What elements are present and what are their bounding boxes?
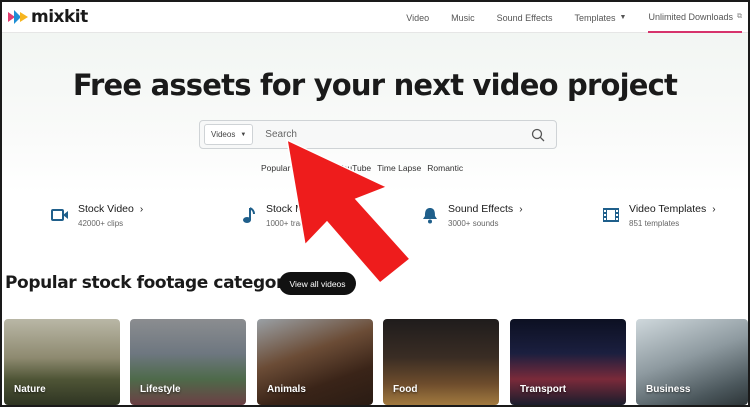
popular-tags: Popular Technical YouTube Time Lapse Rom… [261,163,469,173]
category-title: Stock Video › [78,203,144,215]
category-title: Sound Effects › [448,203,523,215]
hero-title: Free assets for your next video project [72,68,678,102]
tile-label: Animals [267,384,306,395]
logo-text: mixkit [31,7,88,27]
category-title: Stock Music › [266,203,332,215]
popular-section-title: Popular stock footage categories [5,273,311,293]
chevron-right-icon: › [139,204,144,215]
browser-frame: mixkit Video Music Sound Effects Templat… [0,0,750,407]
tile-label: Nature [14,384,46,395]
select-caret-icon: ▼ [240,131,247,138]
tile-label: Transport [520,384,567,395]
logo-mark-icon [8,10,28,24]
tile-label: Lifestyle [140,384,181,395]
nav-unlimited-downloads[interactable]: Unlimited Downloads ⧉ [648,2,742,33]
caret-down-icon: ▼ [619,14,627,21]
tag-time-lapse[interactable]: Time Lapse [377,163,421,173]
tag-romantic[interactable]: Romantic [427,163,463,173]
tile-label: Food [393,384,418,395]
tile-transport[interactable]: Transport [510,319,626,405]
nav-unlimited-downloads-label: Unlimited Downloads [648,11,733,22]
search-input[interactable] [253,129,526,140]
tag-youtube[interactable]: YouTube [338,163,371,173]
nav-templates-label: Templates [574,12,616,23]
asset-type-select[interactable]: Videos ▼ [204,124,254,145]
tile-label: Business [646,384,691,395]
nav-templates[interactable]: Templates ▼ [574,2,626,33]
tile-animals[interactable]: Animals [257,319,373,405]
nav-sound-effects[interactable]: Sound Effects [497,2,553,33]
nav-links: Video Music Sound Effects Templates ▼ Un… [384,2,742,33]
tile-food[interactable]: Food [383,319,499,405]
tile-business[interactable]: Business [636,319,748,405]
video-camera-icon [50,205,70,225]
view-all-videos-button[interactable]: View all videos [279,272,356,295]
chevron-right-icon: › [712,204,716,215]
chevron-right-icon: › [519,204,523,215]
asset-categories: Stock Video › 42000+ clips Stock Music › 1… [2,201,748,235]
category-sound-effects[interactable]: Sound Effects › 3000+ sounds [420,201,523,235]
tag-popular[interactable]: Popular [261,163,290,173]
film-strip-icon [601,205,621,225]
bell-icon [420,205,440,225]
hero-section: Free assets for your next video project … [2,33,748,193]
asset-type-value: Videos [211,130,236,139]
category-tiles: Nature Lifestyle Animals Food Transport … [4,319,748,405]
nav-music[interactable]: Music [451,2,475,33]
category-count: 42000+ clips [78,219,124,228]
category-stock-music[interactable]: Stock Music › 1000+ tracks [238,201,332,235]
category-stock-video[interactable]: Stock Video › 42000+ clips [50,201,143,235]
top-navbar: mixkit Video Music Sound Effects Templat… [2,2,748,33]
music-note-icon [238,205,258,225]
chevron-right-icon: › [328,204,332,215]
search-icon[interactable] [526,123,550,147]
category-title: Video Templates › [629,203,716,215]
tile-lifestyle[interactable]: Lifestyle [130,319,246,405]
tag-technical[interactable]: Technical [296,163,331,173]
nav-video[interactable]: Video [406,2,429,33]
tile-nature[interactable]: Nature [4,319,120,405]
category-video-templates[interactable]: Video Templates › 851 templates [601,201,716,235]
category-count: 1000+ tracks [266,219,313,228]
external-link-icon: ⧉ [737,12,742,20]
category-count: 851 templates [629,219,680,228]
mixkit-logo[interactable]: mixkit [8,7,88,27]
search-bar: Videos ▼ [199,120,557,149]
category-count: 3000+ sounds [448,219,499,228]
